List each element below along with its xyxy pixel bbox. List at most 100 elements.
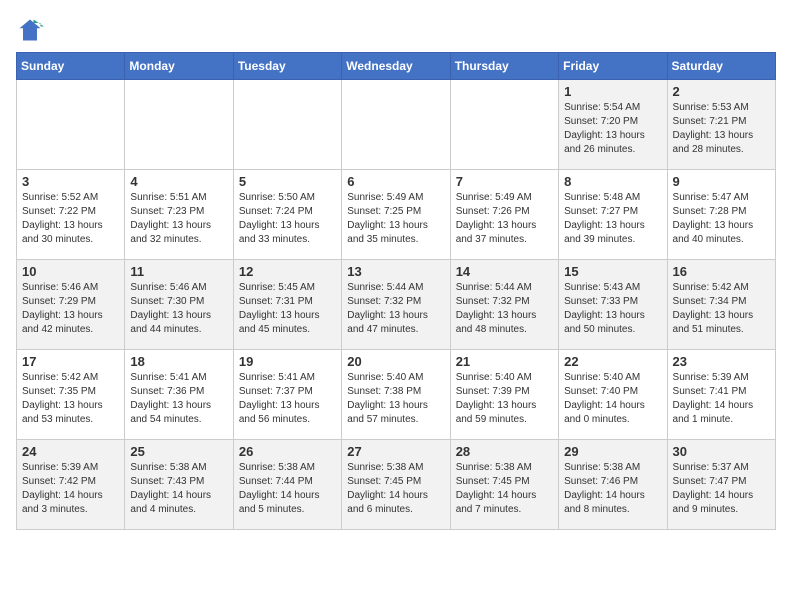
day-number: 13 <box>347 264 444 279</box>
day-number: 11 <box>130 264 227 279</box>
calendar-cell: 12 Sunrise: 5:45 AMSunset: 7:31 PMDayligh… <box>233 260 341 350</box>
cell-content: Sunrise: 5:53 AMSunset: 7:21 PMDaylight:… <box>673 101 770 157</box>
calendar-cell: 20 Sunrise: 5:40 AMSunset: 7:38 PMDayligh… <box>342 350 450 440</box>
cell-content: Sunrise: 5:40 AMSunset: 7:39 PMDaylight:… <box>456 371 553 427</box>
cell-content: Sunrise: 5:38 AMSunset: 7:46 PMDaylight:… <box>564 461 661 517</box>
calendar-cell: 24 Sunrise: 5:39 AMSunset: 7:42 PMDayligh… <box>17 440 125 530</box>
cell-content: Sunrise: 5:50 AMSunset: 7:24 PMDaylight:… <box>239 191 336 247</box>
cell-content: Sunrise: 5:41 AMSunset: 7:37 PMDaylight:… <box>239 371 336 427</box>
cell-content: Sunrise: 5:38 AMSunset: 7:44 PMDaylight:… <box>239 461 336 517</box>
day-number: 16 <box>673 264 770 279</box>
calendar-cell <box>342 80 450 170</box>
cell-content: Sunrise: 5:38 AMSunset: 7:43 PMDaylight:… <box>130 461 227 517</box>
calendar-cell: 7Sunrise: 5:49 AMSunset: 7:26 PMDaylight… <box>450 170 558 260</box>
day-number: 24 <box>22 444 119 459</box>
day-number: 8 <box>564 174 661 189</box>
day-number: 18 <box>130 354 227 369</box>
calendar-cell: 3 Sunrise: 5:52 AMSunset: 7:22 PMDaylight… <box>17 170 125 260</box>
header-row: SundayMondayTuesdayWednesdayThursdayFrid… <box>17 53 776 80</box>
day-number: 28 <box>456 444 553 459</box>
day-number: 22 <box>564 354 661 369</box>
calendar-cell: 22 Sunrise: 5:40 AMSunset: 7:40 PMDayligh… <box>559 350 667 440</box>
calendar-cell: 10 Sunrise: 5:46 AMSunset: 7:29 PMDayligh… <box>17 260 125 350</box>
header-cell-saturday: Saturday <box>667 53 775 80</box>
header-cell-wednesday: Wednesday <box>342 53 450 80</box>
cell-content: Sunrise: 5:45 AMSunset: 7:31 PMDaylight:… <box>239 281 336 337</box>
day-number: 25 <box>130 444 227 459</box>
day-number: 27 <box>347 444 444 459</box>
day-number: 6 <box>347 174 444 189</box>
week-row-5: 24 Sunrise: 5:39 AMSunset: 7:42 PMDayligh… <box>17 440 776 530</box>
logo <box>16 16 48 44</box>
calendar-cell: 29Sunrise: 5:38 AMSunset: 7:46 PMDayligh… <box>559 440 667 530</box>
day-number: 15 <box>564 264 661 279</box>
header-cell-friday: Friday <box>559 53 667 80</box>
day-number: 20 <box>347 354 444 369</box>
logo-icon <box>16 16 44 44</box>
cell-content: Sunrise: 5:51 AMSunset: 7:23 PMDaylight:… <box>130 191 227 247</box>
calendar-cell: 11 Sunrise: 5:46 AMSunset: 7:30 PMDayligh… <box>125 260 233 350</box>
day-number: 17 <box>22 354 119 369</box>
cell-content: Sunrise: 5:39 AMSunset: 7:42 PMDaylight:… <box>22 461 119 517</box>
calendar-cell: 30Sunrise: 5:37 AMSunset: 7:47 PMDayligh… <box>667 440 775 530</box>
cell-content: Sunrise: 5:47 AMSunset: 7:28 PMDaylight:… <box>673 191 770 247</box>
calendar-header: SundayMondayTuesdayWednesdayThursdayFrid… <box>17 53 776 80</box>
calendar-cell: 27Sunrise: 5:38 AMSunset: 7:45 PMDayligh… <box>342 440 450 530</box>
cell-content: Sunrise: 5:40 AMSunset: 7:40 PMDaylight:… <box>564 371 661 427</box>
cell-content: Sunrise: 5:42 AMSunset: 7:34 PMDaylight:… <box>673 281 770 337</box>
header-cell-monday: Monday <box>125 53 233 80</box>
calendar-cell <box>17 80 125 170</box>
calendar-cell: 28 Sunrise: 5:38 AMSunset: 7:45 PMDayligh… <box>450 440 558 530</box>
cell-content: Sunrise: 5:46 AMSunset: 7:29 PMDaylight:… <box>22 281 119 337</box>
cell-content: Sunrise: 5:42 AMSunset: 7:35 PMDaylight:… <box>22 371 119 427</box>
calendar-cell: 19 Sunrise: 5:41 AMSunset: 7:37 PMDayligh… <box>233 350 341 440</box>
day-number: 21 <box>456 354 553 369</box>
week-row-1: 1 Sunrise: 5:54 AMSunset: 7:20 PMDaylight… <box>17 80 776 170</box>
day-number: 26 <box>239 444 336 459</box>
week-row-4: 17 Sunrise: 5:42 AMSunset: 7:35 PMDayligh… <box>17 350 776 440</box>
calendar-cell <box>125 80 233 170</box>
cell-content: Sunrise: 5:40 AMSunset: 7:38 PMDaylight:… <box>347 371 444 427</box>
calendar-cell <box>450 80 558 170</box>
week-row-3: 10 Sunrise: 5:46 AMSunset: 7:29 PMDayligh… <box>17 260 776 350</box>
day-number: 19 <box>239 354 336 369</box>
cell-content: Sunrise: 5:52 AMSunset: 7:22 PMDaylight:… <box>22 191 119 247</box>
day-number: 3 <box>22 174 119 189</box>
header-cell-thursday: Thursday <box>450 53 558 80</box>
calendar-cell: 15 Sunrise: 5:43 AMSunset: 7:33 PMDayligh… <box>559 260 667 350</box>
cell-content: Sunrise: 5:38 AMSunset: 7:45 PMDaylight:… <box>456 461 553 517</box>
cell-content: Sunrise: 5:49 AMSunset: 7:25 PMDaylight:… <box>347 191 444 247</box>
calendar-cell <box>233 80 341 170</box>
cell-content: Sunrise: 5:39 AMSunset: 7:41 PMDaylight:… <box>673 371 770 427</box>
cell-content: Sunrise: 5:43 AMSunset: 7:33 PMDaylight:… <box>564 281 661 337</box>
header <box>16 16 776 44</box>
calendar-cell: 5 Sunrise: 5:50 AMSunset: 7:24 PMDaylight… <box>233 170 341 260</box>
day-number: 2 <box>673 84 770 99</box>
cell-content: Sunrise: 5:37 AMSunset: 7:47 PMDaylight:… <box>673 461 770 517</box>
day-number: 4 <box>130 174 227 189</box>
calendar-table: SundayMondayTuesdayWednesdayThursdayFrid… <box>16 52 776 530</box>
calendar-body: 1 Sunrise: 5:54 AMSunset: 7:20 PMDaylight… <box>17 80 776 530</box>
cell-content: Sunrise: 5:54 AMSunset: 7:20 PMDaylight:… <box>564 101 661 157</box>
calendar-cell: 4 Sunrise: 5:51 AMSunset: 7:23 PMDaylight… <box>125 170 233 260</box>
calendar-cell: 14 Sunrise: 5:44 AMSunset: 7:32 PMDayligh… <box>450 260 558 350</box>
calendar-cell: 1 Sunrise: 5:54 AMSunset: 7:20 PMDaylight… <box>559 80 667 170</box>
day-number: 12 <box>239 264 336 279</box>
day-number: 1 <box>564 84 661 99</box>
calendar-cell: 9 Sunrise: 5:47 AMSunset: 7:28 PMDaylight… <box>667 170 775 260</box>
calendar-cell: 13Sunrise: 5:44 AMSunset: 7:32 PMDayligh… <box>342 260 450 350</box>
day-number: 5 <box>239 174 336 189</box>
day-number: 14 <box>456 264 553 279</box>
cell-content: Sunrise: 5:46 AMSunset: 7:30 PMDaylight:… <box>130 281 227 337</box>
day-number: 7 <box>456 174 553 189</box>
cell-content: Sunrise: 5:44 AMSunset: 7:32 PMDaylight:… <box>456 281 553 337</box>
calendar-cell: 18Sunrise: 5:41 AMSunset: 7:36 PMDayligh… <box>125 350 233 440</box>
calendar-cell: 2 Sunrise: 5:53 AMSunset: 7:21 PMDaylight… <box>667 80 775 170</box>
calendar-cell: 8Sunrise: 5:48 AMSunset: 7:27 PMDaylight… <box>559 170 667 260</box>
day-number: 9 <box>673 174 770 189</box>
calendar-cell: 17 Sunrise: 5:42 AMSunset: 7:35 PMDayligh… <box>17 350 125 440</box>
calendar-cell: 23Sunrise: 5:39 AMSunset: 7:41 PMDayligh… <box>667 350 775 440</box>
calendar-cell: 16 Sunrise: 5:42 AMSunset: 7:34 PMDayligh… <box>667 260 775 350</box>
day-number: 10 <box>22 264 119 279</box>
calendar-cell: 6 Sunrise: 5:49 AMSunset: 7:25 PMDaylight… <box>342 170 450 260</box>
